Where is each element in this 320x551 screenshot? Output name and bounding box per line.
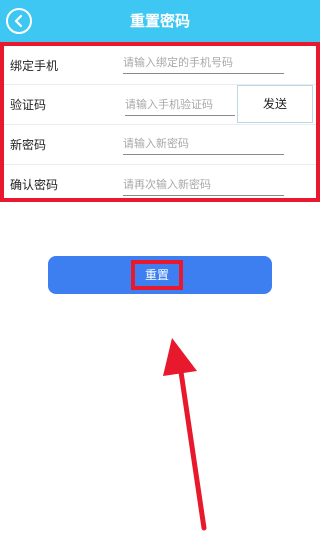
reset-password-screen: 重置密码 绑定手机 验证码 发送 新密码 确认密码 重置 (0, 0, 320, 551)
arrow-up-icon (163, 338, 207, 531)
